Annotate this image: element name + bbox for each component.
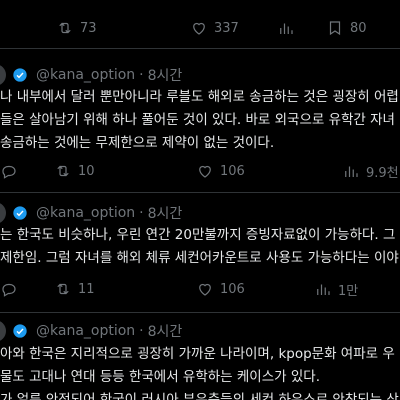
divider [0, 192, 400, 193]
like-button[interactable]: 106 [196, 278, 245, 300]
like-count: 337 [214, 20, 239, 36]
tweet-text-line: 송금하는 것에는 무제한으로 제약이 없는 것이다. [0, 135, 275, 151]
heart-icon [199, 165, 211, 178]
reply-icon [2, 165, 16, 179]
tweet-text-line: 나 내부에서 달러 뿐만아니라 루블도 해외로 송금하는 것은 굉장히 어렵 [0, 89, 399, 105]
reply-button[interactable] [0, 278, 18, 300]
bookmark-button[interactable]: 80 [326, 17, 367, 39]
retweet-button[interactable]: 73 [56, 17, 97, 39]
top-action-bar: 73 337 80 [0, 17, 400, 39]
views-button[interactable]: 9.9천 [342, 160, 399, 182]
separator: · [139, 205, 144, 221]
retweet-button[interactable]: 10 [54, 160, 95, 182]
like-button[interactable]: 106 [196, 160, 245, 182]
tweet-header: @kana_option · 8시간 [10, 64, 182, 86]
divider [0, 48, 400, 49]
heart-icon [199, 283, 211, 296]
views-button[interactable]: 1만 [314, 278, 358, 300]
retweet-count: 73 [80, 20, 97, 36]
like-count: 106 [220, 281, 245, 297]
retweet-count: 11 [78, 281, 95, 297]
verified-badge-icon [13, 68, 27, 82]
like-button[interactable]: 337 [190, 17, 239, 39]
views-icon [317, 284, 330, 295]
avatar[interactable] [0, 64, 6, 86]
verified-badge-icon [13, 206, 27, 220]
tweet-text-line: 물도 고대나 연대 등등 한국에서 유학하는 케이스가 있다. [0, 369, 320, 385]
tweet-text-line: 는 한국도 비슷하나, 우린 연간 20만불까지 증빙자료없이 가능하다. 그 [0, 227, 396, 243]
retweet-count: 10 [78, 163, 95, 179]
retweet-icon [57, 165, 69, 177]
retweet-icon [59, 22, 71, 34]
tweet-text-line: 들은 살아남기 위해 하나 풀어둔 것이 있다. 바로 외국으로 유학간 자녀 [0, 112, 395, 128]
tweet-text-line: 가 얼른 안정되어 한국이 러시아 부유층들의 세컨 하우스로 안착되는 상 [0, 392, 399, 400]
separator: · [139, 323, 144, 339]
retweet-button[interactable]: 11 [54, 278, 95, 300]
separator: · [139, 67, 144, 83]
views-count: 9.9천 [366, 165, 399, 181]
tweet-header: @kana_option · 8시간 [10, 202, 182, 224]
verified-badge-icon [13, 324, 27, 338]
tweet-text: 아와 한국은 지리적으로 굉장히 가까운 나라이며, kpop문화 여파로 우 … [0, 343, 400, 400]
reply-icon [2, 283, 16, 297]
tweet-text-line: 제한임. 그럼 자녀를 해외 체류 세컨어카운트로 사용도 가능하다는 이야 [0, 250, 399, 266]
like-count: 106 [220, 163, 245, 179]
views-button[interactable] [277, 17, 301, 39]
author-handle[interactable]: @kana_option [36, 67, 135, 83]
author-handle[interactable]: @kana_option [36, 323, 135, 339]
views-icon [280, 23, 293, 34]
tweet-action-bar: 10 106 9.9천 [0, 160, 400, 182]
tweet-text: 나 내부에서 달러 뿐만아니라 루블도 해외로 송금하는 것은 굉장히 어렵 들… [0, 86, 400, 155]
tweet-text: 는 한국도 비슷하나, 우린 연간 20만불까지 증빙자료없이 가능하다. 그 … [0, 224, 400, 270]
timestamp[interactable]: 8시간 [148, 321, 183, 341]
timeline: 73 337 80 @kana_option · 8시간 나 내부에서 달러 뿐… [0, 0, 400, 400]
heart-icon [193, 22, 205, 35]
bookmark-icon [329, 21, 341, 36]
avatar[interactable] [0, 202, 6, 224]
author-handle[interactable]: @kana_option [36, 205, 135, 221]
views-icon [345, 166, 358, 177]
timestamp[interactable]: 8시간 [148, 65, 183, 85]
reply-button[interactable] [0, 160, 18, 182]
tweet-action-bar: 11 106 1만 [0, 278, 400, 300]
retweet-icon [57, 283, 69, 295]
avatar[interactable] [0, 320, 6, 342]
tweet-header: @kana_option · 8시간 [10, 320, 182, 342]
divider [0, 312, 400, 313]
timestamp[interactable]: 8시간 [148, 203, 183, 223]
bookmark-count: 80 [350, 20, 367, 36]
views-count: 1만 [338, 283, 359, 299]
tweet-text-line: 아와 한국은 지리적으로 굉장히 가까운 나라이며, kpop문화 여파로 우 [0, 346, 395, 362]
